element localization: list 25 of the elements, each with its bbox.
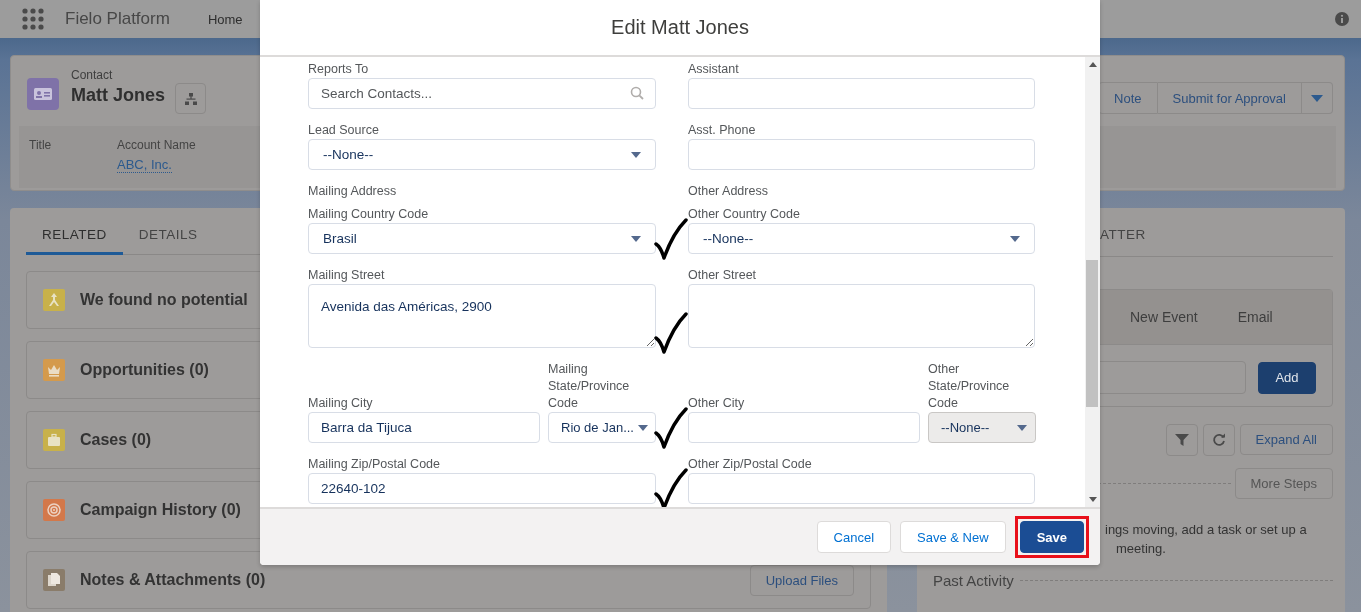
field-label: Other State/Province Code bbox=[928, 361, 1011, 412]
section-heading: Mailing Address bbox=[308, 183, 398, 200]
field-label: Mailing Country Code bbox=[308, 206, 430, 223]
field-label: Title bbox=[29, 138, 53, 152]
empty-activity-text: ings moving, add a task or set up a bbox=[1105, 521, 1308, 539]
field-label: Other City bbox=[688, 395, 746, 412]
empty-activity-text: meeting. bbox=[1115, 540, 1167, 558]
field-label: Other Country Code bbox=[688, 206, 801, 223]
section-heading: Other Address bbox=[688, 183, 769, 200]
field-label: Account Name bbox=[117, 138, 196, 152]
field-label: Lead Source bbox=[308, 122, 380, 139]
field-label: Assistant bbox=[688, 61, 740, 78]
field-label: Other Zip/Postal Code bbox=[688, 456, 813, 473]
field-label: Mailing City bbox=[308, 395, 374, 412]
field-label: Mailing Zip/Postal Code bbox=[308, 456, 441, 473]
field-label: Reports To bbox=[308, 61, 370, 78]
field-label: Mailing State/Province Code bbox=[548, 361, 631, 412]
field-label: Mailing Street bbox=[308, 267, 386, 284]
field-label: Other Street bbox=[688, 267, 758, 284]
record-type: Contact bbox=[71, 68, 114, 82]
record-name: Matt Jones bbox=[71, 85, 166, 106]
app-name: Fielo Platform bbox=[65, 9, 170, 29]
section-title: Past Activity bbox=[933, 572, 1014, 589]
dialog-title: Edit Matt Jones bbox=[611, 16, 749, 39]
field-label: Asst. Phone bbox=[688, 122, 757, 139]
